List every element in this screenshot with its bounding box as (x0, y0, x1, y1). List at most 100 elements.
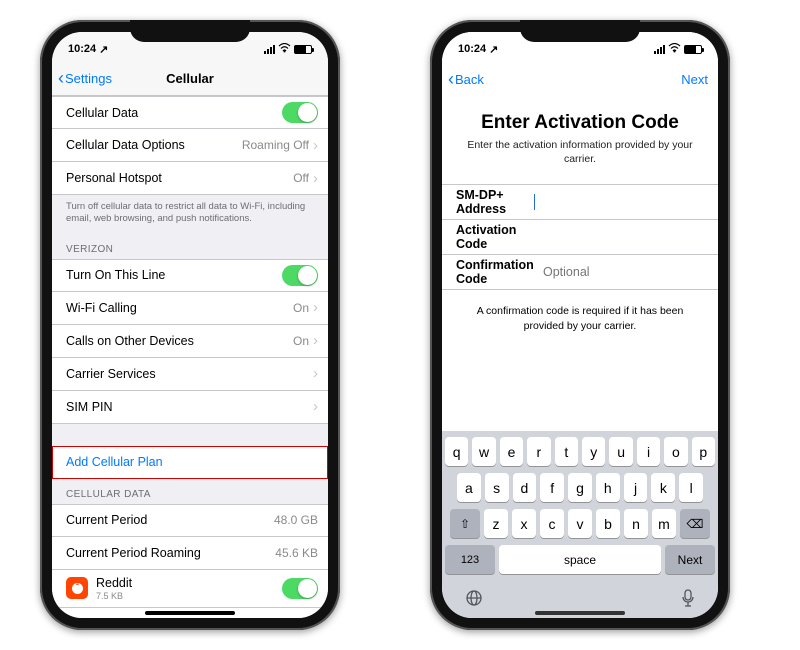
confirmation-code-row[interactable]: Confirmation Code (442, 255, 718, 290)
chevron-left-icon: ‹ (58, 68, 64, 89)
sim-pin-row[interactable]: SIM PIN › (52, 391, 328, 424)
wifi-calling-value: On (293, 301, 309, 315)
cellular-data-footer: Turn off cellular data to restrict all d… (52, 195, 328, 234)
add-cellular-plan-row[interactable]: Add Cellular Plan (52, 446, 328, 479)
confirmation-code-input[interactable] (543, 265, 704, 279)
settings-scroll[interactable]: Cellular Data Cellular Data Options Roam… (52, 96, 328, 618)
cellular-data-options-label: Cellular Data Options (66, 138, 185, 152)
cellular-data-options-row[interactable]: Cellular Data Options Roaming Off › (52, 129, 328, 162)
smdp-address-row[interactable]: SM-DP+ Address (442, 185, 718, 220)
key-y[interactable]: y (582, 437, 605, 466)
reddit-usage: 7.5 KB (96, 591, 132, 601)
back-button[interactable]: ‹ Back (448, 69, 484, 90)
activation-code-input[interactable] (543, 230, 704, 244)
page-subtitle: Enter the activation information provide… (462, 138, 698, 166)
carrier-services-row[interactable]: Carrier Services › (52, 358, 328, 391)
turn-on-line-toggle[interactable] (282, 265, 318, 286)
key-k[interactable]: k (651, 473, 675, 502)
chevron-left-icon: ‹ (448, 69, 454, 90)
battery-icon (294, 45, 312, 54)
system-services-value: 6.7 GB (272, 617, 309, 618)
sim-pin-label: SIM PIN (66, 400, 113, 414)
system-services-label: System Services (86, 617, 179, 618)
key-g[interactable]: g (568, 473, 592, 502)
chevron-right-icon: › (313, 170, 318, 187)
key-b[interactable]: b (596, 509, 620, 538)
current-period-label: Current Period (66, 513, 147, 527)
home-indicator[interactable] (535, 611, 625, 615)
key-i[interactable]: i (637, 437, 660, 466)
smdp-address-input[interactable] (543, 195, 704, 209)
key-m[interactable]: m (652, 509, 676, 538)
wifi-calling-label: Wi-Fi Calling (66, 301, 137, 315)
key-c[interactable]: c (540, 509, 564, 538)
notch (520, 20, 640, 42)
key-l[interactable]: l (679, 473, 703, 502)
mic-icon[interactable] (681, 589, 695, 610)
cellular-data-options-value: Roaming Off (242, 138, 309, 152)
key-r[interactable]: r (527, 437, 550, 466)
location-icon: ↗ (489, 43, 498, 56)
chevron-right-icon: › (313, 299, 318, 316)
smdp-address-label: SM-DP+ Address (456, 188, 526, 216)
notch (130, 20, 250, 42)
signal-icon (654, 45, 665, 54)
carrier-header: VERIZON (52, 234, 328, 259)
nav-bar: ‹ Back Next (442, 62, 718, 96)
reddit-app-icon (66, 577, 88, 599)
key-a[interactable]: a (457, 473, 481, 502)
key-q[interactable]: q (445, 437, 468, 466)
key-h[interactable]: h (596, 473, 620, 502)
signal-icon (264, 45, 275, 54)
keyboard: qwertyuiop asdfghjkl ⇧zxcvbnm⌫ 123 space… (442, 431, 718, 618)
turn-on-line-label: Turn On This Line (66, 268, 165, 282)
carrier-services-label: Carrier Services (66, 367, 156, 381)
cellular-data-label: Cellular Data (66, 106, 138, 120)
globe-icon[interactable] (465, 589, 483, 610)
back-label: Settings (65, 71, 112, 86)
key-s[interactable]: s (485, 473, 509, 502)
battery-icon (684, 45, 702, 54)
confirmation-code-label: Confirmation Code (456, 258, 535, 286)
calls-other-devices-label: Calls on Other Devices (66, 334, 194, 348)
key-w[interactable]: w (472, 437, 495, 466)
next-button[interactable]: Next (681, 72, 708, 87)
activation-code-label: Activation Code (456, 223, 535, 251)
keyboard-next-key[interactable]: Next (665, 545, 715, 574)
key-j[interactable]: j (624, 473, 648, 502)
backspace-key[interactable]: ⌫ (680, 509, 710, 538)
key-z[interactable]: z (484, 509, 508, 538)
chevron-right-icon: › (313, 332, 318, 349)
text-cursor (534, 194, 535, 210)
personal-hotspot-row[interactable]: Personal Hotspot Off› (52, 162, 328, 195)
space-key[interactable]: space (499, 545, 661, 574)
current-period-value: 48.0 GB (274, 513, 318, 527)
chevron-right-icon: › (313, 615, 318, 618)
key-t[interactable]: t (555, 437, 578, 466)
cellular-data-toggle[interactable] (282, 102, 318, 123)
wifi-calling-row[interactable]: Wi-Fi Calling On › (52, 292, 328, 325)
location-icon: ↗ (99, 43, 108, 56)
phone-left: 10:24 ↗ ‹ Settings Cellular (40, 20, 340, 630)
reddit-toggle[interactable] (282, 578, 318, 599)
key-x[interactable]: x (512, 509, 536, 538)
key-n[interactable]: n (624, 509, 648, 538)
reddit-label: Reddit (96, 576, 132, 590)
status-time: 10:24 (458, 43, 486, 55)
home-indicator[interactable] (145, 611, 235, 615)
key-e[interactable]: e (500, 437, 523, 466)
back-button[interactable]: ‹ Settings (58, 68, 112, 89)
activation-code-row[interactable]: Activation Code (442, 220, 718, 255)
status-time: 10:24 (68, 43, 96, 55)
key-u[interactable]: u (609, 437, 632, 466)
key-f[interactable]: f (540, 473, 564, 502)
key-p[interactable]: p (692, 437, 715, 466)
chevron-right-icon: › (313, 137, 318, 154)
wifi-icon (668, 43, 681, 56)
key-d[interactable]: d (513, 473, 537, 502)
numbers-key[interactable]: 123 (445, 545, 495, 574)
shift-key[interactable]: ⇧ (450, 509, 480, 538)
calls-other-devices-row[interactable]: Calls on Other Devices On› (52, 325, 328, 358)
key-v[interactable]: v (568, 509, 592, 538)
key-o[interactable]: o (664, 437, 687, 466)
